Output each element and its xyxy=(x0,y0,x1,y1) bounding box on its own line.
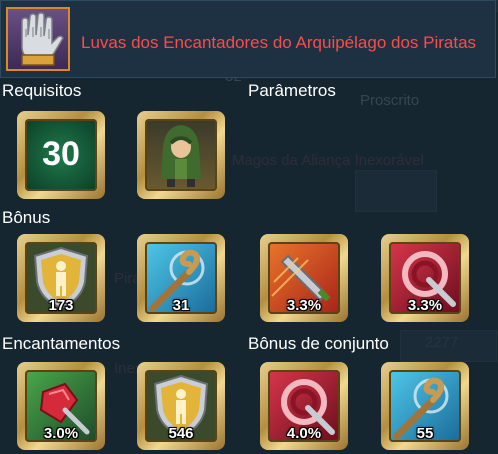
enchantment-slot: 3.0% xyxy=(17,362,105,450)
shield-figure-icon: 173 xyxy=(25,242,97,314)
section-title-requirements: Requisitos xyxy=(2,81,82,100)
class-requirement xyxy=(137,111,225,199)
level-requirement: 30 xyxy=(17,111,105,199)
section-title-enchantments: Encantamentos xyxy=(2,334,121,353)
crimson-ring-icon: 3.3% xyxy=(389,242,461,314)
set-bonus-slot: 4.0% xyxy=(260,362,348,450)
set-bonus-value: 55 xyxy=(416,425,434,442)
bonus-slot: 31 xyxy=(137,234,225,322)
enchantment-slot: 546 xyxy=(137,362,225,450)
set-bonus-slot: 55 xyxy=(381,362,469,450)
item-name: Luvas dos Encantadores do Arquipélago do… xyxy=(81,33,477,52)
section-title-parameters: Parâmetros xyxy=(248,81,336,100)
red-gem-icon: 3.0% xyxy=(25,370,97,442)
section-title-set-bonus: Bônus de conjunto xyxy=(248,334,389,353)
bonus-value: 3.3% xyxy=(407,297,443,314)
shield-figure-icon: 546 xyxy=(145,370,217,442)
glove-icon xyxy=(6,7,70,71)
enchantment-value: 3.0% xyxy=(43,425,79,442)
enchantment-value: 546 xyxy=(168,425,194,442)
bonus-slot: 3.3% xyxy=(381,234,469,322)
tooltip-header: Luvas dos Encantadores do Arquipélago do… xyxy=(0,0,496,78)
section-title-bonus: Bônus xyxy=(2,208,51,227)
bonus-value: 31 xyxy=(172,297,190,314)
magic-staff-icon: 55 xyxy=(389,370,461,442)
bonus-value: 3.3% xyxy=(286,297,322,314)
crimson-ring-icon: 4.0% xyxy=(268,370,340,442)
sword-slash-icon: 3.3% xyxy=(268,242,340,314)
magic-staff-icon: 31 xyxy=(145,242,217,314)
hooded-mage-icon xyxy=(145,119,217,191)
bonus-slot: 173 xyxy=(17,234,105,322)
item-tooltip: Luvas dos Encantadores do Arquipélago do… xyxy=(0,0,498,454)
set-bonus-value: 4.0% xyxy=(286,425,322,442)
bonus-slot: 3.3% xyxy=(260,234,348,322)
bonus-value: 173 xyxy=(48,297,74,314)
level-value: 30 xyxy=(42,135,80,173)
